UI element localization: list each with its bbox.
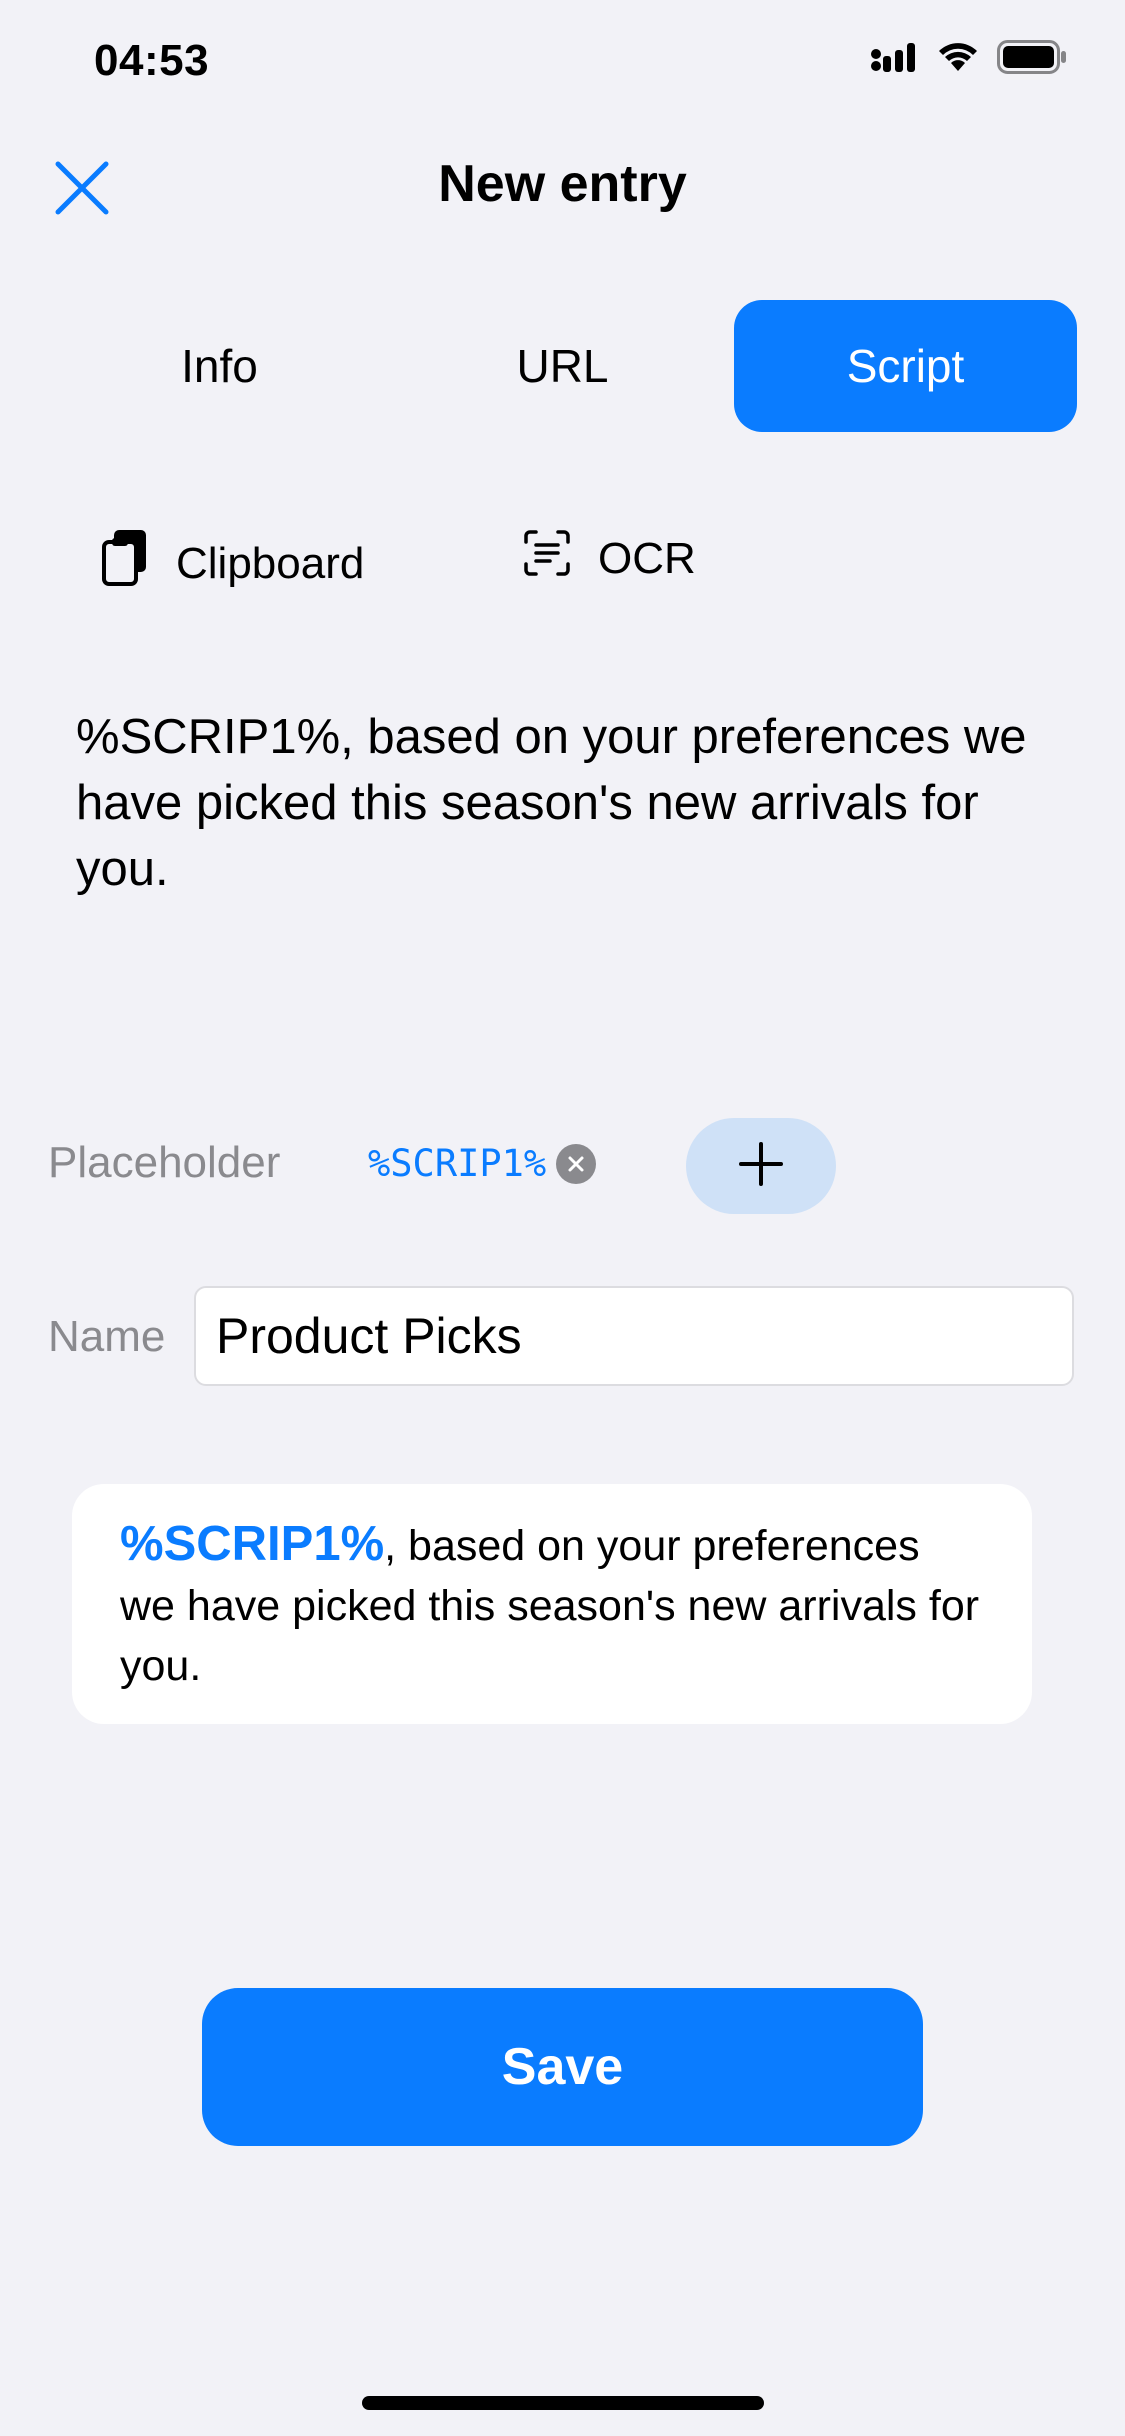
remove-icon (568, 1156, 584, 1171)
page-title: New entry (438, 155, 687, 213)
clipboard-button[interactable]: Clipboard (100, 528, 364, 599)
tab-script[interactable]: Script (734, 300, 1077, 432)
status-time: 04:53 (94, 36, 210, 85)
placeholder-chip[interactable]: %SCRIP1% (368, 1142, 597, 1185)
script-text[interactable]: %SCRIP1%, based on your preferences we h… (76, 704, 1066, 902)
signal-icon (871, 42, 919, 77)
ocr-label: OCR (598, 533, 696, 583)
tab-url[interactable]: URL (391, 300, 734, 432)
name-label: Name (48, 1312, 166, 1361)
plus-icon (738, 1141, 784, 1192)
clipboard-icon (100, 528, 150, 599)
ocr-button[interactable]: OCR (522, 528, 696, 589)
home-indicator[interactable] (362, 2396, 764, 2410)
remove-placeholder-button[interactable] (556, 1143, 597, 1184)
name-input[interactable] (194, 1286, 1074, 1386)
preview-card: %SCRIP1%, based on your preferences we h… (72, 1484, 1032, 1724)
add-placeholder-button[interactable] (686, 1118, 836, 1214)
text-scan-icon (522, 528, 572, 589)
tab-info[interactable]: Info (48, 300, 391, 432)
placeholder-chip-text: %SCRIP1% (368, 1142, 547, 1185)
segmented-control: Info URL Script (48, 300, 1077, 432)
clipboard-label: Clipboard (176, 538, 365, 588)
wifi-icon (937, 41, 979, 78)
placeholder-label: Placeholder (48, 1138, 281, 1187)
save-button[interactable]: Save (202, 1988, 923, 2146)
status-icons (871, 40, 1067, 79)
battery-icon (997, 40, 1067, 79)
preview-placeholder: %SCRIP1% (120, 1517, 385, 1571)
